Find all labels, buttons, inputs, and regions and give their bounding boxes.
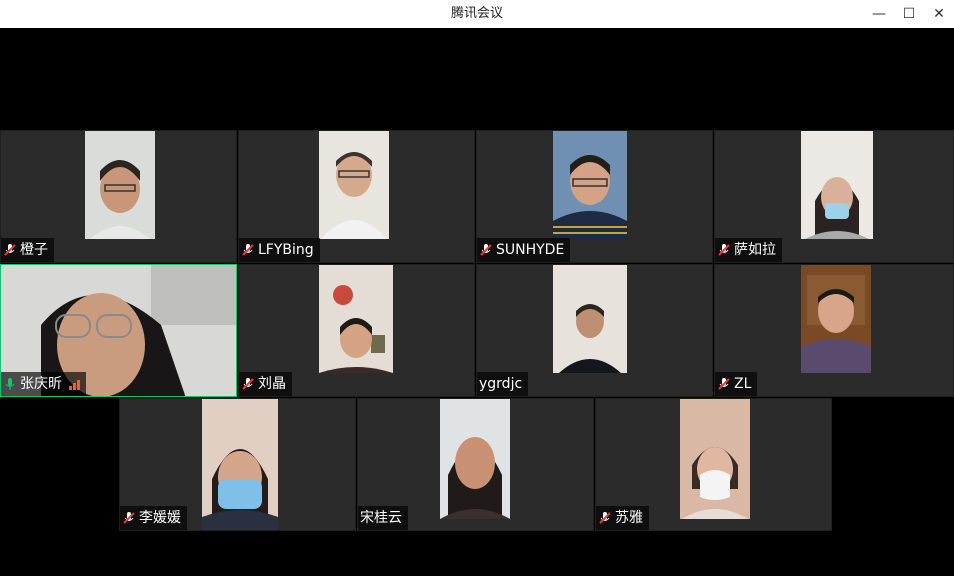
video-feed (440, 399, 510, 519)
participant-name-tag: 宋桂云 (358, 506, 408, 530)
participant-tile[interactable]: 宋桂云 (357, 398, 594, 531)
participant-name: 李媛媛 (139, 510, 181, 526)
participant-name: LFYBing (258, 242, 314, 258)
mic-muted-icon (718, 244, 730, 256)
participant-tile[interactable]: ZL (714, 264, 954, 397)
mic-muted-icon (480, 244, 492, 256)
participant-tile[interactable]: 刘晶 (238, 264, 475, 397)
participant-name: 张庆昕 (20, 376, 62, 392)
participant-name-tag: ZL (715, 372, 758, 396)
participant-tile[interactable]: 萨如拉 (714, 130, 954, 263)
participant-name-tag: 苏雅 (596, 506, 649, 530)
participant-name: SUNHYDE (496, 242, 565, 258)
video-feed (319, 265, 393, 373)
video-feed (319, 131, 389, 239)
participant-name: ygrdjc (479, 376, 523, 392)
video-feed (202, 399, 278, 530)
video-feed (680, 399, 750, 519)
participant-name: 橙子 (20, 242, 48, 258)
video-feed (85, 131, 155, 239)
mic-muted-icon (242, 244, 254, 256)
participant-name: 萨如拉 (734, 242, 776, 258)
mic-muted-icon (242, 378, 254, 390)
signal-strength-icon (69, 378, 80, 390)
video-grid: 橙子 LFYBing SUNHYDE 萨如拉 张庆昕 刘晶 ygrdjc ZL … (0, 28, 954, 576)
participant-tile[interactable]: 李媛媛 (119, 398, 356, 531)
participant-name-tag: ygrdjc (477, 372, 529, 396)
mic-muted-icon (718, 378, 730, 390)
participant-name-tag: 张庆昕 (1, 372, 86, 396)
participant-tile[interactable]: SUNHYDE (476, 130, 713, 263)
minimize-button[interactable]: — (864, 0, 894, 28)
close-button[interactable]: ✕ (924, 0, 954, 28)
participant-name-tag: 刘晶 (239, 372, 292, 396)
participant-name-tag: 橙子 (1, 238, 54, 262)
participant-tile[interactable]: 苏雅 (595, 398, 832, 531)
mic-muted-icon (599, 512, 611, 524)
participant-name: 刘晶 (258, 376, 286, 392)
video-feed (801, 131, 873, 239)
participant-name-tag: 萨如拉 (715, 238, 782, 262)
video-feed (553, 265, 627, 373)
video-feed (801, 265, 871, 373)
participant-tile[interactable]: 橙子 (0, 130, 237, 263)
maximize-button[interactable]: ☐ (894, 0, 924, 28)
participant-tile-speaking[interactable]: 张庆昕 (0, 264, 237, 397)
video-feed (553, 131, 627, 239)
mic-muted-icon (4, 244, 16, 256)
window-title: 腾讯会议 (450, 6, 503, 21)
participant-name: 宋桂云 (360, 510, 402, 526)
participant-tile[interactable]: ygrdjc (476, 264, 713, 397)
mic-active-icon (5, 378, 15, 390)
participant-name-tag: 李媛媛 (120, 506, 187, 530)
participant-name-tag: LFYBing (239, 238, 320, 262)
mic-muted-icon (123, 512, 135, 524)
participant-tile[interactable]: LFYBing (238, 130, 475, 263)
title-bar: 腾讯会议 — ☐ ✕ (0, 0, 954, 28)
participant-name: ZL (734, 376, 752, 392)
participant-name-tag: SUNHYDE (477, 238, 571, 262)
participant-name: 苏雅 (615, 510, 643, 526)
